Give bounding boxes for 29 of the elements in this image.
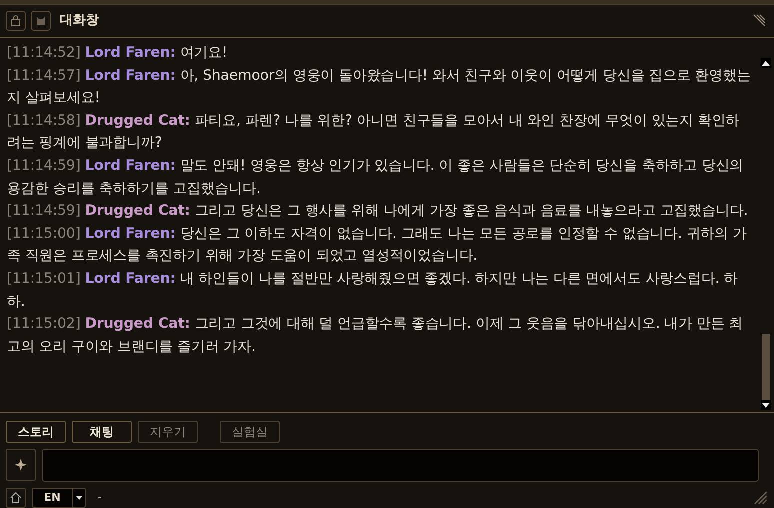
chat-message: [11:14:57] Lord Faren: 아, Shaemoor의 영웅이 돌아왔습니다! 와서 친구와 이웃이 어떻게 당신을 집으로 환영했는지 살펴보세요! [7, 66, 751, 108]
filter-toggle[interactable]: 스토리 [6, 421, 66, 443]
filter-toggle[interactable]: 지우기 [138, 421, 198, 443]
caret-icon [76, 496, 82, 500]
language-select[interactable]: EN [32, 488, 86, 508]
filter-toggle[interactable]: 실험실 [220, 421, 280, 443]
scroll-down-icon[interactable] [761, 400, 771, 410]
scroll-up-icon[interactable] [761, 58, 771, 68]
window-title: 대화창 [60, 12, 99, 30]
lock-icon[interactable] [6, 11, 26, 31]
resize-grip-icon[interactable] [752, 14, 766, 28]
scrollbar[interactable] [761, 58, 771, 410]
chat-message: [11:14:59] Drugged Cat: 그리고 당신은 그 행사를 위해 나에게 가장 좋은 음식과 음료를 내놓으라고 고집했습니다. [7, 202, 750, 222]
chat-message: [11:14:59] Lord Faren: 말도 안돼! 영웅은 항상 인기가 있습니다. 이 좋은 사람들은 단순히 당신을 축하하고 당신의 용감한 승리를 축하하기를 고집했습니다. [7, 156, 745, 199]
filter-toggle[interactable]: 채팅 [72, 421, 132, 443]
chat-message: [11:15:00] Lord Faren: 당신은 그 이하도 자격이 없습니다. 그래도 나는 모든 공로를 인정할 수 없습니다. 귀하의 가족 직원은 프로세스를 촉진하기 위해 가장 도움이 되었고 열성적이었습니다. [7, 224, 748, 266]
chat-message: [11:15:01] Lord Faren: 내 하인들이 나를 절반만 사랑해줬으면 좋겠다. 하지만 나는 다른 면에서도 사랑스럽다. 하하. [7, 270, 739, 312]
home-icon [10, 492, 22, 504]
chat-message: [11:14:58] Drugged Cat: 파티요, 파렌? 나를 위한? 아니면 친구들을 모아서 내 와인 찬장에 무엇이 있는지 확인하려는 핑계에 불과합니까? [7, 112, 741, 154]
home-button[interactable] [6, 488, 26, 508]
chat-message: [11:14:52] Lord Faren: 여기요! [7, 44, 229, 63]
resize-grip-icon[interactable] [754, 491, 768, 505]
sparkle-icon [15, 459, 27, 471]
sparkle-button[interactable] [6, 449, 36, 481]
cat-icon[interactable] [31, 11, 51, 31]
scroll-thumb[interactable] [762, 334, 770, 400]
chat-message: [11:15:02] Drugged Cat: 그리고 그것에 대해 덜 언급할수록 좋습니다. 이제 그 웃음을 닦아내십시오. 내가 만든 최고의 오리 구이와 브랜디를 즐기러 가자. [7, 315, 744, 357]
status-text: - [98, 490, 102, 506]
chat-input[interactable] [42, 449, 759, 482]
